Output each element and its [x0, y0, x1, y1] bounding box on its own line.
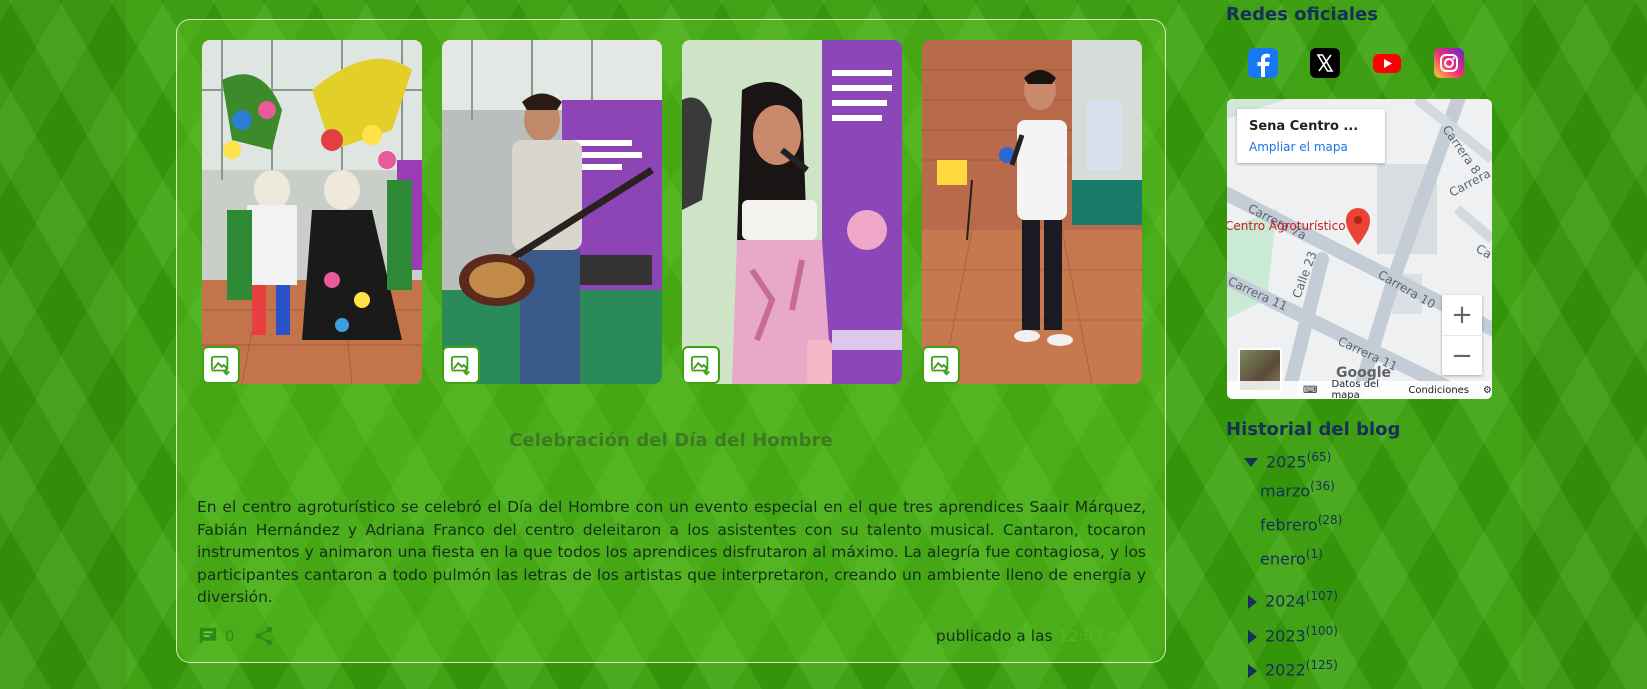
- download-image-button[interactable]: [682, 346, 720, 384]
- gallery-photo[interactable]: [922, 40, 1142, 384]
- gallery-photo[interactable]: [202, 40, 422, 384]
- post-footer: 0 publicado a las 12:03 p.m.: [197, 625, 1143, 651]
- share-button[interactable]: [253, 625, 275, 651]
- instagram-link[interactable]: [1434, 48, 1464, 78]
- published-info: publicado a las 12:03 p.m.: [936, 627, 1143, 645]
- image-download-icon: [450, 355, 470, 376]
- map-place-card: Sena Centro ... Ampliar el mapa: [1237, 109, 1385, 163]
- blog-post-card: Celebración del Día del Hombre En el cen…: [176, 19, 1166, 663]
- gallery-photo[interactable]: [442, 40, 662, 384]
- instagram-icon: [1440, 54, 1458, 72]
- x-icon: [1316, 54, 1334, 72]
- settings-icon[interactable]: ⚙: [1483, 385, 1492, 396]
- facebook-link[interactable]: [1248, 48, 1278, 78]
- download-image-button[interactable]: [442, 346, 480, 384]
- map-place-name: Sena Centro ...: [1249, 119, 1359, 134]
- download-image-button[interactable]: [202, 346, 240, 384]
- gallery-photo[interactable]: [682, 40, 902, 384]
- keyboard-icon[interactable]: ⌨: [1303, 385, 1317, 396]
- map-footer: ⌨ Datos del mapa Condiciones ⚙: [1227, 379, 1492, 399]
- x-link[interactable]: [1310, 48, 1340, 78]
- zoom-out-button[interactable]: −: [1442, 336, 1482, 376]
- photo-bass-player: [442, 40, 662, 384]
- facebook-icon: [1257, 53, 1270, 77]
- post-body: En el centro agroturístico se celebró el…: [197, 498, 1146, 606]
- comment-count: 0: [225, 627, 235, 645]
- published-time[interactable]: 12:03 p.m.: [1059, 627, 1143, 645]
- comments-link[interactable]: 0: [197, 625, 235, 647]
- zoom-in-button[interactable]: +: [1442, 295, 1482, 336]
- social-links: [1248, 48, 1464, 78]
- comment-icon: [199, 627, 217, 645]
- photo-young-singer: [922, 40, 1142, 384]
- map-zoom-controls: + −: [1442, 295, 1482, 375]
- published-label: publicado a las: [935, 627, 1053, 645]
- image-download-icon: [210, 355, 230, 376]
- expand-map-link[interactable]: Ampliar el mapa: [1249, 140, 1348, 154]
- photo-costume-dancers: [202, 40, 422, 384]
- map-terms-link[interactable]: Condiciones: [1408, 385, 1469, 396]
- social-title: Redes oficiales: [1226, 4, 1378, 25]
- image-download-icon: [690, 355, 710, 376]
- map-data-link[interactable]: Datos del mapa: [1331, 379, 1394, 399]
- youtube-icon: [1373, 54, 1401, 73]
- youtube-link[interactable]: [1372, 48, 1402, 78]
- photo-singer: [682, 40, 902, 384]
- post-title: Celebración del Día del Hombre: [509, 430, 833, 451]
- download-image-button[interactable]: [922, 346, 960, 384]
- photo-gallery: [202, 40, 1142, 384]
- share-icon: [255, 626, 273, 646]
- image-download-icon: [930, 355, 950, 376]
- place-label: Centro Agroturístico: [1227, 219, 1346, 233]
- location-map[interactable]: Carrera 7a Carrera 8 Carrera 10 Calle 23…: [1227, 99, 1492, 399]
